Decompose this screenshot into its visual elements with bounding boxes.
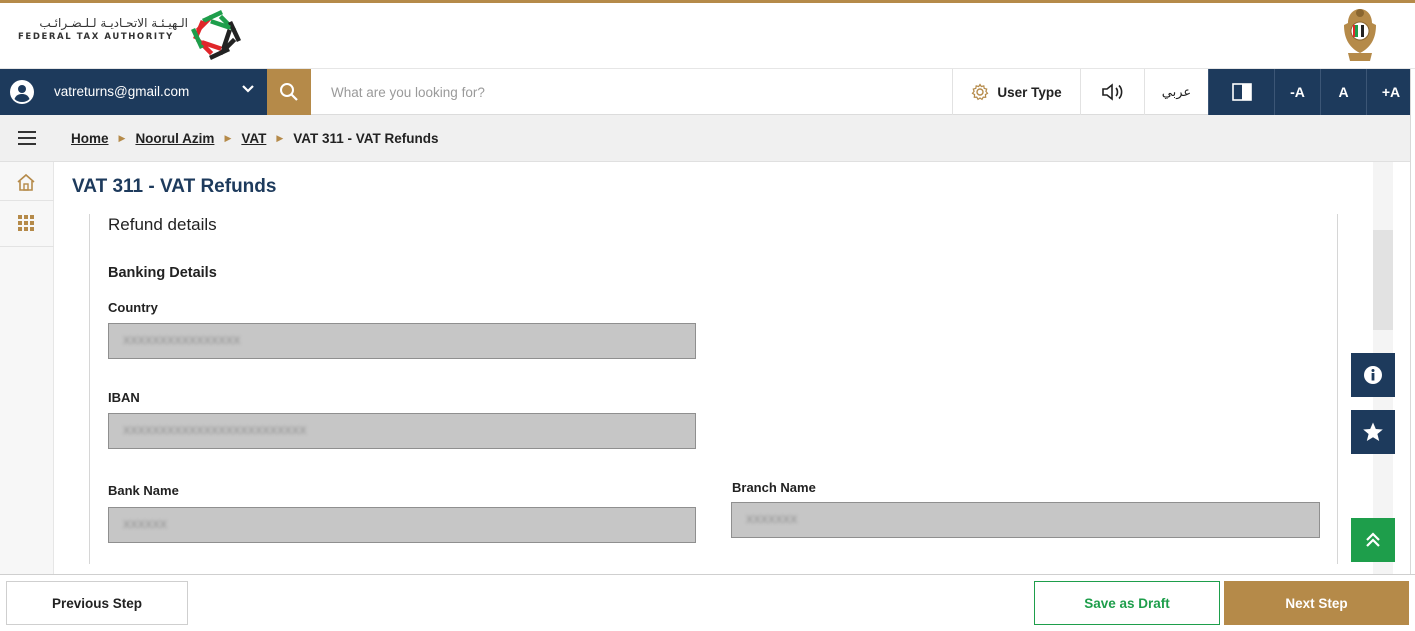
branch-name-field[interactable]: XXXXXXX xyxy=(731,502,1320,538)
site-header: الـهيـئـة الاتحـاديـة لـلـضـرائـب FEDERA… xyxy=(0,3,1415,69)
logo-english-text: FEDERAL TAX AUTHORITY xyxy=(18,32,174,42)
contrast-button[interactable] xyxy=(1208,69,1274,115)
hamburger-icon[interactable] xyxy=(18,129,36,147)
speaker-icon xyxy=(1101,83,1122,101)
favorite-button[interactable] xyxy=(1351,410,1395,454)
iban-value: XXXXXXXXXXXXXXXXXXXXXXXXX xyxy=(123,425,307,437)
branch-name-value: XXXXXXX xyxy=(746,514,798,526)
breadcrumb-bar: Home ▶ Noorul Azim ▶ VAT ▶ VAT 311 - VAT… xyxy=(0,115,1415,162)
country-field[interactable]: XXXXXXXXXXXXXXXX xyxy=(108,323,696,359)
breadcrumb-arrow-icon: ▶ xyxy=(118,133,126,143)
search-input[interactable] xyxy=(311,69,951,115)
fta-logo-text[interactable]: الـهيـئـة الاتحـاديـة لـلـضـرائـب FEDERA… xyxy=(18,16,188,42)
double-chevron-up-icon xyxy=(1366,532,1380,547)
country-value: XXXXXXXXXXXXXXXX xyxy=(123,335,241,347)
user-type-button[interactable]: User Type xyxy=(952,69,1080,115)
arabic-language-button[interactable]: عربي xyxy=(1144,69,1208,115)
gear-icon xyxy=(971,83,989,101)
page-title: VAT 311 - VAT Refunds xyxy=(72,176,277,197)
home-icon[interactable] xyxy=(15,172,37,194)
bank-name-field[interactable]: XXXXXX xyxy=(108,507,696,543)
account-dropdown[interactable]: vatreturns@gmail.com xyxy=(0,69,267,115)
read-aloud-button[interactable] xyxy=(1080,69,1144,115)
breadcrumb-home[interactable]: Home xyxy=(71,131,109,146)
bank-name-value: XXXXXX xyxy=(123,519,168,531)
star-icon xyxy=(1363,422,1383,441)
logo-arabic-text: الـهيـئـة الاتحـاديـة لـلـضـرائـب xyxy=(39,16,188,30)
font-increase-button[interactable]: +A xyxy=(1366,69,1415,115)
country-label: Country xyxy=(108,300,158,315)
font-normal-button[interactable]: A xyxy=(1320,69,1366,115)
breadcrumb-vat[interactable]: VAT xyxy=(241,131,266,146)
branch-name-label: Branch Name xyxy=(732,480,816,495)
user-circle-icon xyxy=(10,80,34,104)
breadcrumb-user[interactable]: Noorul Azim xyxy=(135,131,214,146)
breadcrumb: Home ▶ Noorul Azim ▶ VAT ▶ VAT 311 - VAT… xyxy=(71,131,439,146)
iban-field[interactable]: XXXXXXXXXXXXXXXXXXXXXXXXX xyxy=(108,413,696,449)
bank-name-label: Bank Name xyxy=(108,483,179,498)
rail-divider xyxy=(0,200,54,201)
contrast-icon xyxy=(1231,83,1252,101)
search-icon xyxy=(280,83,298,101)
section-title: Refund details xyxy=(108,215,217,234)
chevron-down-icon xyxy=(242,85,254,93)
breadcrumb-arrow-icon: ▶ xyxy=(224,133,232,143)
fta-logo-mark-icon[interactable] xyxy=(188,7,244,63)
scroll-top-button[interactable] xyxy=(1351,518,1395,562)
breadcrumb-current: VAT 311 - VAT Refunds xyxy=(293,131,439,146)
account-email: vatreturns@gmail.com xyxy=(54,84,190,99)
subsection-title: Banking Details xyxy=(108,265,217,281)
rail-divider xyxy=(0,246,54,247)
grid-icon[interactable] xyxy=(15,212,37,234)
iban-label: IBAN xyxy=(108,390,140,405)
footer-actions: Previous Step Save as Draft Next Step xyxy=(0,574,1415,631)
search-button[interactable] xyxy=(267,69,311,115)
user-type-label: User Type xyxy=(997,84,1062,100)
scrollbar-thumb[interactable] xyxy=(1373,230,1393,330)
uae-emblem-icon xyxy=(1344,9,1376,61)
info-icon xyxy=(1364,366,1382,384)
next-step-button[interactable]: Next Step xyxy=(1224,581,1409,625)
font-decrease-button[interactable]: -A xyxy=(1274,69,1320,115)
left-rail xyxy=(0,162,54,574)
info-button[interactable] xyxy=(1351,353,1395,397)
save-draft-button[interactable]: Save as Draft xyxy=(1034,581,1220,625)
previous-step-button[interactable]: Previous Step xyxy=(6,581,188,625)
top-toolbar: vatreturns@gmail.com User Type عربي -A A xyxy=(0,69,1415,115)
breadcrumb-arrow-icon: ▶ xyxy=(276,133,284,143)
window-edge xyxy=(1410,69,1415,631)
